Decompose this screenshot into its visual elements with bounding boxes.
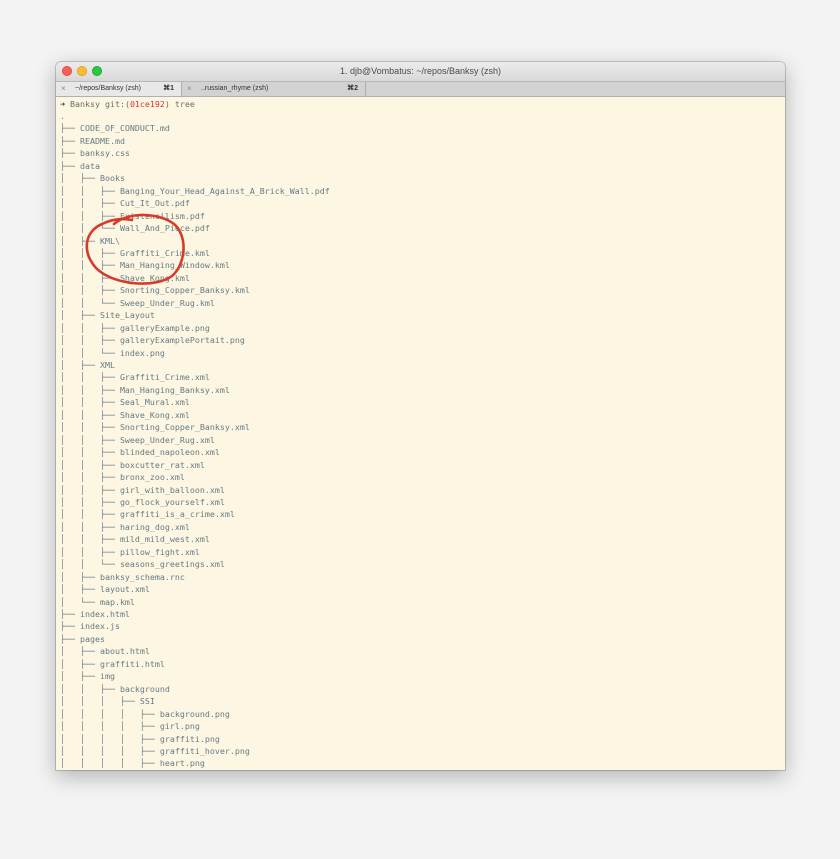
tree-line: │ │ ├── bronx_zoo.xml bbox=[60, 472, 185, 483]
tree-line: ├── banksy.css bbox=[60, 148, 130, 159]
tree-line: │ ├── img bbox=[60, 671, 115, 682]
tree-line: ├── index.js bbox=[60, 621, 120, 632]
tab-bar: × ~/repos/Banksy (zsh) ⌘1 × ..russian_rh… bbox=[56, 82, 785, 97]
tab-label: ..russian_rhyme (zsh) bbox=[201, 85, 269, 92]
tree-line: │ │ ├── Snorting_Copper_Banksy.kml bbox=[60, 285, 250, 296]
tree-line: │ ├── Site_Layout bbox=[60, 310, 155, 321]
tree-line: │ │ ├── go_flock_yourself.xml bbox=[60, 496, 225, 507]
tree-line: │ │ ├── Snorting_Copper_Banksy.xml bbox=[60, 422, 250, 433]
terminal-output[interactable]: ➜ Banksy git:(01ce192) tree . ├── CODE_OF… bbox=[56, 97, 785, 770]
tree-line: │ │ │ ├── SSI bbox=[60, 696, 155, 707]
tree-line: │ ├── banksy_schema.rnc bbox=[60, 571, 185, 582]
tree-line: ├── pages bbox=[60, 633, 105, 644]
title-bar[interactable]: 1. djb@Vombatus: ~/repos/Banksy (zsh) bbox=[56, 62, 785, 82]
tree-line: │ ├── layout.xml bbox=[60, 584, 150, 595]
tree-line: │ │ ├── Banging_Your_Head_Against_A_Bric… bbox=[60, 185, 330, 196]
tree-line: │ │ ├── Cut_It_Out.pdf bbox=[60, 198, 190, 209]
close-tab-icon[interactable]: × bbox=[187, 82, 192, 96]
tree-line: ├── data bbox=[60, 160, 100, 171]
prompt-command: ) tree bbox=[164, 99, 195, 109]
tree-line: │ │ ├── Man_Hanging_Window.kml bbox=[60, 260, 230, 271]
tree-line: │ │ ├── Shave_Kong.xml bbox=[60, 409, 190, 420]
git-commit-hash: 01ce192 bbox=[129, 99, 165, 109]
tree-line: │ │ ├── Seal_Mural.xml bbox=[60, 397, 190, 408]
tree-line: │ │ ├── galleryExamplePortait.png bbox=[60, 335, 245, 346]
tree-line: │ └── map.kml bbox=[60, 596, 135, 607]
tree-line: │ │ ├── Man_Hanging_Banksy.xml bbox=[60, 384, 230, 395]
tree-line: │ │ ├── Graffiti_Crime.kml bbox=[60, 247, 210, 258]
tree-line: │ │ ├── mild_mild_west.xml bbox=[60, 534, 210, 545]
tree-line: │ │ ├── galleryExample.png bbox=[60, 322, 210, 333]
tree-line: ├── README.md bbox=[60, 135, 125, 146]
tree-line: │ │ └── seasons_greetings.xml bbox=[60, 559, 225, 570]
tree-line: │ │ │ │ ├── heart.png bbox=[60, 758, 205, 769]
tab-shortcut: ⌘2 bbox=[347, 85, 358, 92]
tree-line: │ │ ├── Graffiti_Crime.xml bbox=[60, 372, 210, 383]
shell-prompt: ➜ Banksy git:(01ce192) tree bbox=[60, 98, 195, 110]
tree-line: ├── CODE_OF_CONDUCT.md bbox=[60, 123, 170, 134]
tab-shortcut: ⌘1 bbox=[163, 85, 174, 92]
tree-line: │ ├── about.html bbox=[60, 646, 150, 657]
terminal-window: 1. djb@Vombatus: ~/repos/Banksy (zsh) × … bbox=[56, 62, 785, 770]
tree-line: │ │ ├── Sweep_Under_Rug.xml bbox=[60, 434, 215, 445]
tree-line: ├── index.html bbox=[60, 609, 130, 619]
tree-line: │ │ ├── haring_dog.xml bbox=[60, 521, 190, 532]
tree-line: │ │ └── Wall_And_Piece.pdf bbox=[60, 223, 210, 234]
tree-line: │ ├── graffiti.html bbox=[60, 658, 165, 669]
tree-line: │ │ ├── pillow_fight.xml bbox=[60, 546, 200, 557]
tree-line: │ │ ├── Shave_Kong.kml bbox=[60, 272, 190, 283]
tree-line: │ ├── XML bbox=[60, 360, 115, 370]
prompt-text: Banksy git:( bbox=[65, 99, 130, 109]
tree-line: │ │ ├── girl_with_balloon.xml bbox=[60, 484, 225, 495]
tree-line: │ │ ├── boxcutter_rat.xml bbox=[60, 459, 205, 470]
close-tab-icon[interactable]: × bbox=[61, 82, 66, 96]
tree-line: │ │ │ │ ├── background.png bbox=[60, 708, 230, 719]
tree-line: │ │ ├── blinded_napoleon.xml bbox=[60, 447, 220, 458]
tab-label: ~/repos/Banksy (zsh) bbox=[75, 85, 141, 92]
tab-russian-rhyme[interactable]: × ..russian_rhyme (zsh) ⌘2 bbox=[182, 82, 366, 96]
tree-line: │ │ ├── Existencilism.pdf bbox=[60, 210, 205, 221]
tree-line: │ │ │ │ ├── graffiti.png bbox=[60, 733, 220, 744]
tree-line: │ ├── KML\ bbox=[60, 235, 120, 246]
tree-line: │ │ └── Sweep_Under_Rug.kml bbox=[60, 297, 215, 308]
tree-line: │ │ │ │ ├── girl.png bbox=[60, 721, 200, 732]
window-title: 1. djb@Vombatus: ~/repos/Banksy (zsh) bbox=[340, 66, 501, 76]
tree-line: . bbox=[60, 111, 65, 121]
tree-line: │ │ │ │ ├── graffiti_hover.png bbox=[60, 745, 250, 756]
tab-banksy[interactable]: × ~/repos/Banksy (zsh) ⌘1 bbox=[56, 82, 182, 96]
tree-line: │ ├── Books bbox=[60, 173, 125, 184]
tree-line: │ │ ├── background bbox=[60, 683, 170, 694]
tree-line: │ │ ├── graffiti_is_a_crime.xml bbox=[60, 509, 235, 520]
tree-line: │ │ └── index.png bbox=[60, 347, 165, 358]
